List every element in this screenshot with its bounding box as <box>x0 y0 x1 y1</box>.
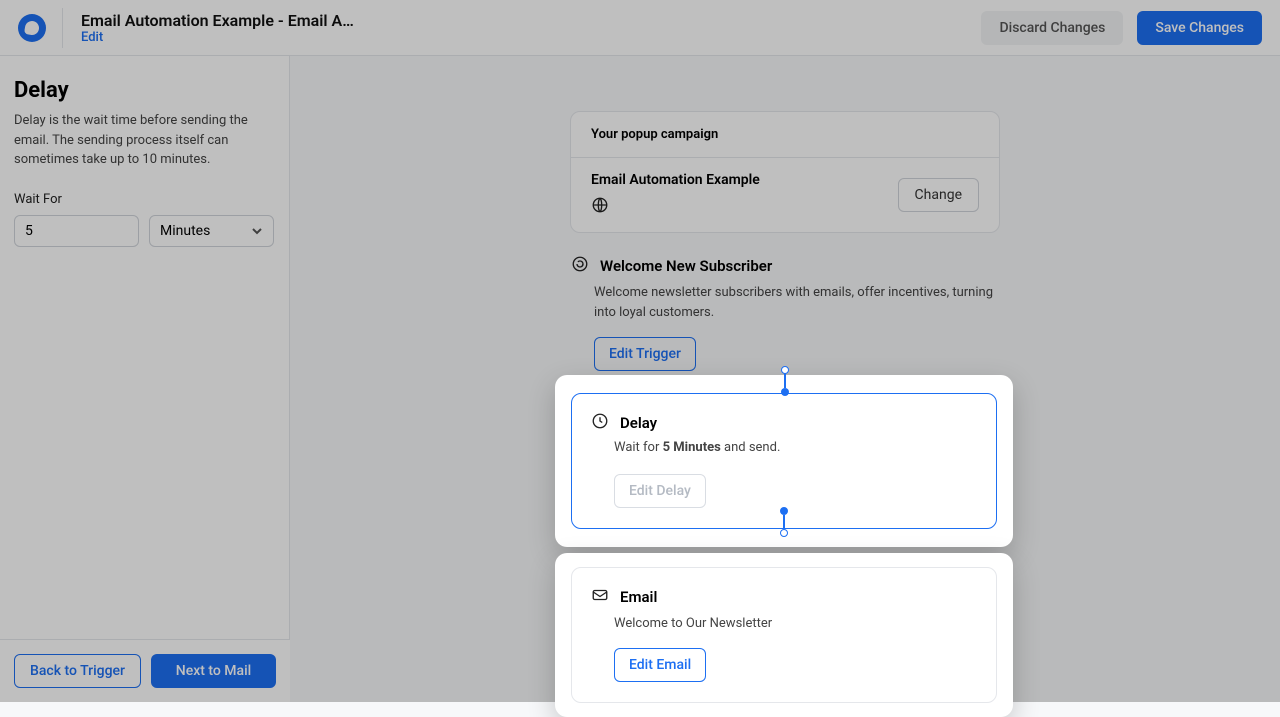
email-step: Email Welcome to Our Newsletter Edit Ema… <box>571 567 997 703</box>
waitfor-unit-select[interactable]: Minutes <box>149 215 274 247</box>
delay-desc-value: 5 Minutes <box>663 440 721 455</box>
campaign-info: Email Automation Example <box>591 172 760 218</box>
connector-dot-open <box>780 529 788 537</box>
header: Email Automation Example - Email A… Edit… <box>0 0 1280 56</box>
connector-dot-open <box>781 366 789 374</box>
connector-line <box>783 515 785 529</box>
clock-icon <box>590 412 610 434</box>
divider <box>62 8 63 48</box>
back-button[interactable]: Back to Trigger <box>14 654 141 688</box>
trigger-description: Welcome newsletter subscribers with emai… <box>594 283 1000 323</box>
edit-email-button[interactable]: Edit Email <box>614 648 706 682</box>
flow-column: Your popup campaign Email Automation Exa… <box>570 111 1000 702</box>
title-block: Email Automation Example - Email A… Edit <box>81 11 354 45</box>
panel-title: Delay <box>14 78 275 103</box>
waitfor-value-input[interactable] <box>14 215 139 247</box>
delay-title: Delay <box>620 414 657 432</box>
globe-icon <box>591 196 760 218</box>
highlight-container: Delay Wait for 5 Minutes and send. Edit … <box>555 375 1013 717</box>
email-title: Email <box>620 588 657 606</box>
waitfor-unit-value: Minutes <box>160 223 210 239</box>
edit-trigger-button[interactable]: Edit Trigger <box>594 337 696 371</box>
highlight-card-email: Email Welcome to Our Newsletter Edit Ema… <box>555 553 1013 717</box>
email-description: Welcome to Our Newsletter <box>614 614 978 634</box>
header-actions: Discard Changes Save Changes <box>981 11 1262 45</box>
connector-top <box>781 366 789 396</box>
panel-footer: Back to Trigger Next to Mail <box>0 639 290 702</box>
campaign-name: Email Automation Example <box>591 172 760 188</box>
change-campaign-button[interactable]: Change <box>898 178 979 212</box>
app-logo-icon <box>18 14 46 42</box>
delay-desc-pre: Wait for <box>614 440 663 455</box>
waitfor-label: Wait For <box>14 192 275 207</box>
campaign-card-header: Your popup campaign <box>571 112 999 158</box>
connector-dot-fill <box>781 388 789 396</box>
connector-middle <box>780 507 788 537</box>
chevron-down-icon <box>251 225 263 237</box>
trigger-step: Welcome New Subscriber Welcome newslette… <box>570 255 1000 371</box>
page-title: Email Automation Example - Email A… <box>81 11 354 30</box>
campaign-card: Your popup campaign Email Automation Exa… <box>570 111 1000 233</box>
email-icon <box>590 586 610 608</box>
next-button[interactable]: Next to Mail <box>151 654 276 688</box>
campaign-card-body: Email Automation Example Change <box>571 158 999 232</box>
save-button[interactable]: Save Changes <box>1137 11 1262 45</box>
panel-description: Delay is the wait time before sending th… <box>14 111 275 170</box>
waitfor-row: Minutes <box>14 215 275 247</box>
config-panel: Delay Delay is the wait time before send… <box>0 56 290 702</box>
edit-link[interactable]: Edit <box>81 30 354 45</box>
delay-desc-post: and send. <box>721 440 781 455</box>
edit-delay-button[interactable]: Edit Delay <box>614 474 706 508</box>
connector-line <box>784 374 786 388</box>
connector-dot-fill <box>780 507 788 515</box>
discard-button[interactable]: Discard Changes <box>981 11 1123 45</box>
trigger-title: Welcome New Subscriber <box>600 257 772 275</box>
trigger-icon <box>570 255 590 277</box>
flow-canvas: Your popup campaign Email Automation Exa… <box>290 56 1280 702</box>
delay-description: Wait for 5 Minutes and send. <box>614 438 978 458</box>
